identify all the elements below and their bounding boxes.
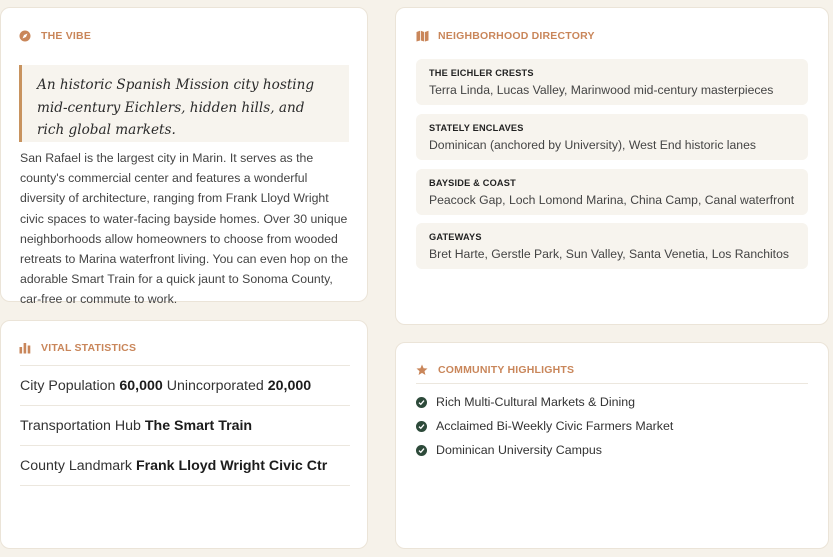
stat-row-transportation: Transportation Hub The Smart Train bbox=[20, 405, 350, 445]
stat-row-landmark: County Landmark Frank Lloyd Wright Civic… bbox=[20, 445, 350, 485]
highlight-item: Dominican University Campus bbox=[416, 443, 602, 457]
highlights-card: COMMUNITY HIGHLIGHTS Rich Multi-Cultural… bbox=[395, 342, 829, 549]
highlights-divider bbox=[416, 383, 808, 384]
directory-item-heading: THE EICHLER CRESTS bbox=[429, 68, 534, 78]
vibe-description: San Rafael is the largest city in Marin.… bbox=[20, 151, 349, 307]
directory-item-heading: STATELY ENCLAVES bbox=[429, 123, 524, 133]
directory-item-heading: GATEWAYS bbox=[429, 232, 482, 242]
stats-title: VITAL STATISTICS bbox=[41, 342, 137, 354]
highlight-item: Acclaimed Bi-Weekly Civic Farmers Market bbox=[416, 419, 673, 433]
check-circle-icon bbox=[416, 420, 427, 432]
stat-value: 20,000 bbox=[267, 377, 312, 394]
highlight-text: Acclaimed Bi-Weekly Civic Farmers Market bbox=[436, 419, 674, 433]
stat-value: The Smart Train bbox=[144, 417, 253, 434]
stat-value: 60,000 bbox=[119, 377, 163, 394]
directory-item: GATEWAYS Bret Harte, Gerstle Park, Sun V… bbox=[416, 223, 808, 269]
bar-chart-icon bbox=[19, 342, 31, 354]
directory-item: THE EICHLER CRESTS Terra Linda, Lucas Va… bbox=[416, 59, 808, 105]
stats-heading: VITAL STATISTICS bbox=[19, 342, 136, 354]
stat-value: Frank Lloyd Wright Civic Ctr bbox=[135, 457, 328, 474]
check-circle-icon bbox=[416, 396, 427, 408]
highlights-heading: COMMUNITY HIGHLIGHTS bbox=[416, 364, 574, 376]
directory-item-heading: BAYSIDE & COAST bbox=[429, 178, 516, 188]
vibe-title: THE VIBE bbox=[41, 30, 92, 42]
stat-label: City Population bbox=[20, 377, 116, 394]
vibe-heading: THE VIBE bbox=[19, 30, 91, 42]
vibe-quote: An historic Spanish Mission city hosting… bbox=[19, 65, 349, 142]
directory-heading: NEIGHBORHOOD DIRECTORY bbox=[416, 30, 595, 42]
highlight-text: Dominican University Campus bbox=[436, 443, 602, 457]
stats-divider bbox=[20, 485, 350, 486]
stat-label: County Landmark bbox=[20, 457, 132, 474]
directory-title: NEIGHBORHOOD DIRECTORY bbox=[438, 30, 595, 42]
check-circle-icon bbox=[416, 444, 427, 456]
stat-row-population: City Population 60,000 Unincorporated 20… bbox=[20, 365, 350, 405]
vibe-card: THE VIBE An historic Spanish Mission cit… bbox=[0, 7, 368, 306]
compass-icon bbox=[19, 30, 31, 42]
stat-label: Transportation Hub bbox=[20, 417, 141, 434]
directory-item: STATELY ENCLAVES Dominican (anchored by … bbox=[416, 114, 808, 160]
highlights-title: COMMUNITY HIGHLIGHTS bbox=[438, 364, 575, 376]
highlight-text: Rich Multi-Cultural Markets & Dining bbox=[436, 395, 635, 409]
directory-item-value: Dominican (anchored by University), West… bbox=[429, 138, 756, 152]
directory-card: NEIGHBORHOOD DIRECTORY THE EICHLER CREST… bbox=[395, 7, 829, 325]
directory-item-value: Bret Harte, Gerstle Park, Sun Valley, Sa… bbox=[429, 247, 789, 261]
directory-item: BAYSIDE & COAST Peacock Gap, Loch Lomond… bbox=[416, 169, 808, 215]
stat-label: Unincorporated bbox=[166, 377, 264, 394]
map-icon bbox=[416, 30, 429, 42]
directory-item-value: Terra Linda, Lucas Valley, Marinwood mid… bbox=[429, 83, 774, 97]
star-icon bbox=[416, 364, 428, 376]
highlight-item: Rich Multi-Cultural Markets & Dining bbox=[416, 395, 635, 409]
directory-item-value: Peacock Gap, Loch Lomond Marina, China C… bbox=[429, 193, 795, 207]
stats-card: VITAL STATISTICS City Population 60,000 … bbox=[0, 320, 368, 549]
